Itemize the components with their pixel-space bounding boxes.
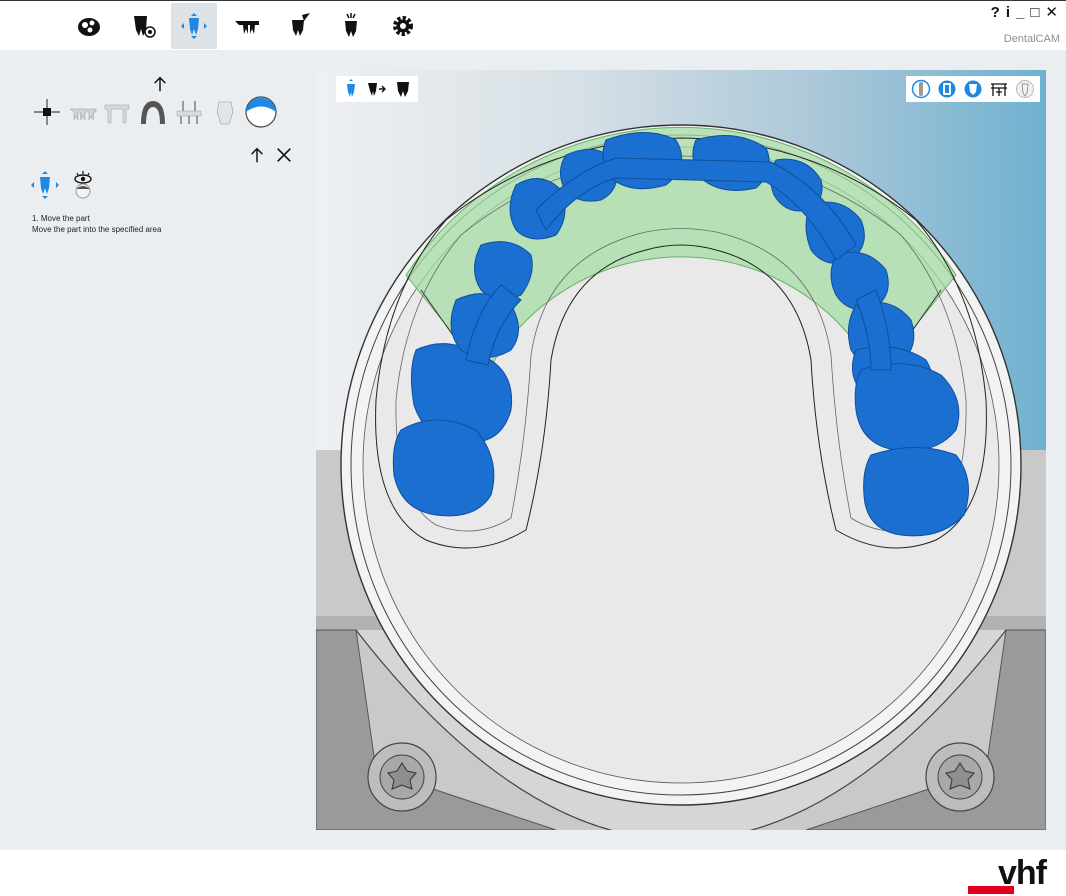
tooth-bridge-icon — [235, 21, 259, 34]
close-button[interactable]: ✕ — [1045, 5, 1058, 21]
nav-tooth-job[interactable] — [120, 3, 166, 49]
tool-disc-segment[interactable] — [244, 95, 278, 129]
screw-left — [367, 742, 437, 812]
cam-viewport[interactable] — [316, 70, 1046, 830]
vhf-logo: vhf — [968, 854, 1047, 894]
nav-move-tooth[interactable] — [171, 3, 217, 49]
tooth-job-icon — [134, 16, 156, 38]
logo-text: vhf — [998, 854, 1047, 892]
view-move-part-button[interactable] — [340, 78, 362, 100]
screw-right — [925, 742, 995, 812]
view-tooth-single-button[interactable] — [392, 78, 414, 100]
view-front-button[interactable] — [936, 78, 958, 100]
view-side-icon — [911, 79, 931, 99]
panel-close-button[interactable] — [274, 145, 294, 165]
view-top-icon — [964, 80, 982, 98]
tool-abutment[interactable] — [208, 95, 242, 129]
eye-view-icon — [74, 171, 92, 199]
bridge-view-icon — [991, 83, 1007, 96]
view-bridge-button[interactable] — [988, 78, 1010, 100]
tool-full-arch[interactable] — [136, 95, 170, 129]
nav-blank-disc[interactable] — [66, 3, 112, 49]
settings-gear-icon — [393, 16, 413, 36]
step-title: 1. Move the part — [32, 214, 90, 223]
bridge-frame-icon — [104, 104, 130, 124]
subtool-view-part[interactable] — [66, 168, 100, 202]
disc-segment-icon — [245, 96, 277, 128]
viewport-tools-left — [336, 76, 418, 102]
nav-tooth-bridge[interactable] — [224, 3, 270, 49]
maximize-button[interactable]: □ — [1030, 5, 1039, 21]
position-axis-icon — [34, 99, 60, 125]
tool-bridge-frame[interactable] — [100, 95, 134, 129]
move-tooth-icon — [31, 171, 59, 199]
view-transparent-icon — [1016, 80, 1034, 98]
nav-settings[interactable] — [380, 3, 426, 49]
collapse-up-button[interactable] — [150, 74, 170, 94]
tooth-calculate-icon — [292, 13, 310, 36]
view-top-button[interactable] — [962, 78, 984, 100]
full-arch-icon — [141, 101, 165, 124]
panel-up-button[interactable] — [247, 145, 267, 165]
nav-tooth-calculate[interactable] — [276, 3, 322, 49]
footer-bar: vhf — [0, 850, 1066, 896]
top-bar: ? i _ □ ✕ DentalCAM — [0, 0, 1066, 50]
info-button[interactable]: i — [1006, 5, 1010, 21]
blank-disc-icon — [78, 18, 100, 36]
app-title: DentalCAM — [1003, 33, 1060, 45]
nav-tooth-milling[interactable] — [328, 3, 374, 49]
tooth-single-icon — [397, 82, 409, 97]
window-controls: ? i _ □ ✕ — [991, 5, 1058, 21]
view-side-button[interactable] — [910, 78, 932, 100]
tooth-transfer-icon — [368, 83, 386, 96]
arrow-up-icon — [154, 76, 166, 92]
tooth-milling-icon — [345, 13, 357, 37]
arrow-up-icon — [251, 147, 263, 163]
bridge-multi-icon — [69, 108, 97, 121]
subtool-move-part[interactable] — [28, 168, 62, 202]
milling-scene — [316, 124, 1046, 830]
viewport-tools-right — [906, 76, 1040, 102]
tool-bridge-multi[interactable] — [66, 95, 100, 129]
step-description: Move the part into the specified area — [32, 225, 162, 234]
view-tooth-transfer-button[interactable] — [366, 78, 388, 100]
move-tooth-icon — [347, 79, 355, 97]
implant-bar-icon — [176, 101, 202, 124]
abutment-icon — [216, 101, 234, 125]
tool-position-axis[interactable] — [30, 95, 64, 129]
view-transparent-button[interactable] — [1014, 78, 1036, 100]
view-front-icon — [938, 80, 956, 98]
help-button[interactable]: ? — [991, 5, 1000, 21]
move-tooth-icon — [181, 13, 207, 39]
minimize-button[interactable]: _ — [1016, 5, 1024, 21]
app-window: ? i _ □ ✕ DentalCAM 1. Move the part Mov… — [0, 0, 1066, 896]
close-x-icon — [277, 148, 291, 162]
tool-implant-bar[interactable] — [172, 95, 206, 129]
